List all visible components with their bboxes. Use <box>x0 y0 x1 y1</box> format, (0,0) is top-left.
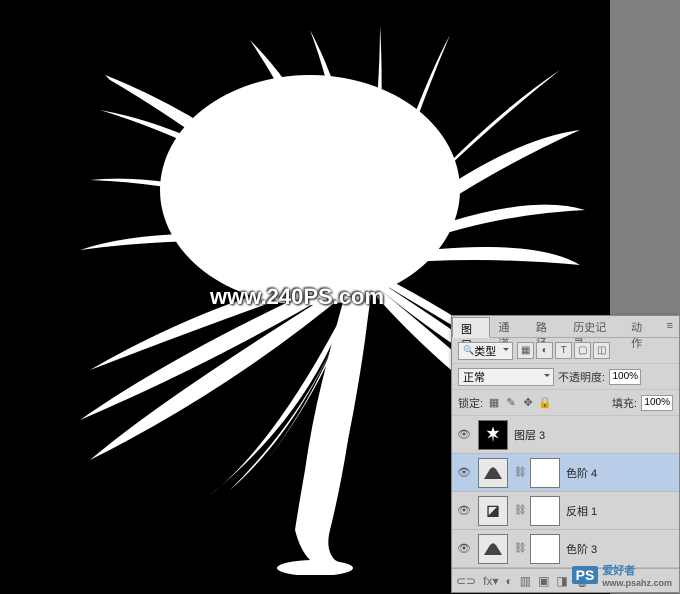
layer-mask[interactable] <box>530 458 560 488</box>
layer-row[interactable]: 👁 ⛓ 色阶 4 <box>452 454 679 492</box>
lock-label: 锁定: <box>458 395 483 411</box>
layers-panel: 图层 通道 路径 历史记录 动作 ≡ 🔍 类型 ▦ ◐ T ▢ ◫ 正常 不透明… <box>451 315 680 593</box>
wm-url: www.psahz.com <box>602 578 672 588</box>
layer-mask[interactable] <box>530 534 560 564</box>
watermark-side: PS 爱好者 www.psahz.com <box>572 562 672 588</box>
adjustment-icon[interactable]: ▥ <box>520 574 531 588</box>
opacity-label: 不透明度: <box>558 369 605 385</box>
lock-icons: ▦ ✎ ✥ 🔒 <box>487 396 552 409</box>
add-mask-icon[interactable]: ◐ <box>505 574 512 588</box>
blend-mode-select[interactable]: 正常 <box>458 368 554 386</box>
filter-icons: ▦ ◐ T ▢ ◫ <box>517 342 610 359</box>
layers-list: 👁 图层 3 👁 ⛓ 色阶 4 👁 ◪ ⛓ 反相 1 👁 ⛓ <box>452 416 679 568</box>
panel-menu-icon[interactable]: ≡ <box>661 316 679 337</box>
filter-row: 🔍 类型 ▦ ◐ T ▢ ◫ <box>452 338 679 364</box>
tab-layers[interactable]: 图层 <box>452 317 490 338</box>
lock-move-icon[interactable]: ✥ <box>521 396 535 409</box>
visibility-icon[interactable]: 👁 <box>456 465 472 481</box>
lock-row: 锁定: ▦ ✎ ✥ 🔒 填充: <box>452 390 679 416</box>
new-layer-icon[interactable]: ◨ <box>556 574 567 588</box>
layer-thumbnail[interactable] <box>478 420 508 450</box>
link-icon[interactable]: ⛓ <box>514 505 524 516</box>
layer-name[interactable]: 色阶 3 <box>566 541 597 557</box>
lock-transparent-icon[interactable]: ▦ <box>487 396 501 409</box>
adjustment-thumbnail[interactable] <box>478 534 508 564</box>
panel-tabs: 图层 通道 路径 历史记录 动作 ≡ <box>452 316 679 338</box>
lock-paint-icon[interactable]: ✎ <box>504 396 518 409</box>
tab-paths[interactable]: 路径 <box>528 316 565 337</box>
wm-text: 爱好者 <box>602 565 635 577</box>
tab-actions[interactable]: 动作 <box>623 316 660 337</box>
layer-name[interactable]: 反相 1 <box>566 503 597 519</box>
fx-icon[interactable]: fx▾ <box>483 574 498 588</box>
link-icon[interactable]: ⛓ <box>514 543 524 554</box>
fill-label: 填充: <box>612 395 637 411</box>
adjustment-thumbnail[interactable]: ◪ <box>478 496 508 526</box>
filter-kind-label: 类型 <box>474 343 496 359</box>
layer-mask[interactable] <box>530 496 560 526</box>
blend-row: 正常 不透明度: <box>452 364 679 390</box>
visibility-icon[interactable]: 👁 <box>456 503 472 519</box>
filter-smart-icon[interactable]: ◫ <box>593 342 610 359</box>
group-icon[interactable]: ▣ <box>538 574 549 588</box>
filter-pixel-icon[interactable]: ▦ <box>517 342 534 359</box>
layer-row[interactable]: 👁 ◪ ⛓ 反相 1 <box>452 492 679 530</box>
filter-kind-select[interactable]: 🔍 类型 <box>458 342 513 360</box>
layer-name[interactable]: 色阶 4 <box>566 465 597 481</box>
layer-name[interactable]: 图层 3 <box>514 427 545 443</box>
tab-channels[interactable]: 通道 <box>490 316 527 337</box>
visibility-icon[interactable]: 👁 <box>456 541 472 557</box>
watermark-main: www.240PS.com <box>210 284 384 310</box>
adjustment-thumbnail[interactable] <box>478 458 508 488</box>
tab-history[interactable]: 历史记录 <box>565 316 623 337</box>
filter-shape-icon[interactable]: ▢ <box>574 342 591 359</box>
link-layers-icon[interactable]: ⊂⊃ <box>456 574 476 588</box>
layer-row[interactable]: 👁 图层 3 <box>452 416 679 454</box>
filter-adjust-icon[interactable]: ◐ <box>536 342 553 359</box>
filter-type-icon[interactable]: T <box>555 342 572 359</box>
fill-input[interactable] <box>641 395 673 411</box>
lock-all-icon[interactable]: 🔒 <box>538 396 552 409</box>
link-icon[interactable]: ⛓ <box>514 467 524 478</box>
visibility-icon[interactable]: 👁 <box>456 427 472 443</box>
opacity-input[interactable] <box>609 369 641 385</box>
ps-badge: PS <box>572 566 599 584</box>
magnifier-icon: 🔍 <box>463 345 474 356</box>
